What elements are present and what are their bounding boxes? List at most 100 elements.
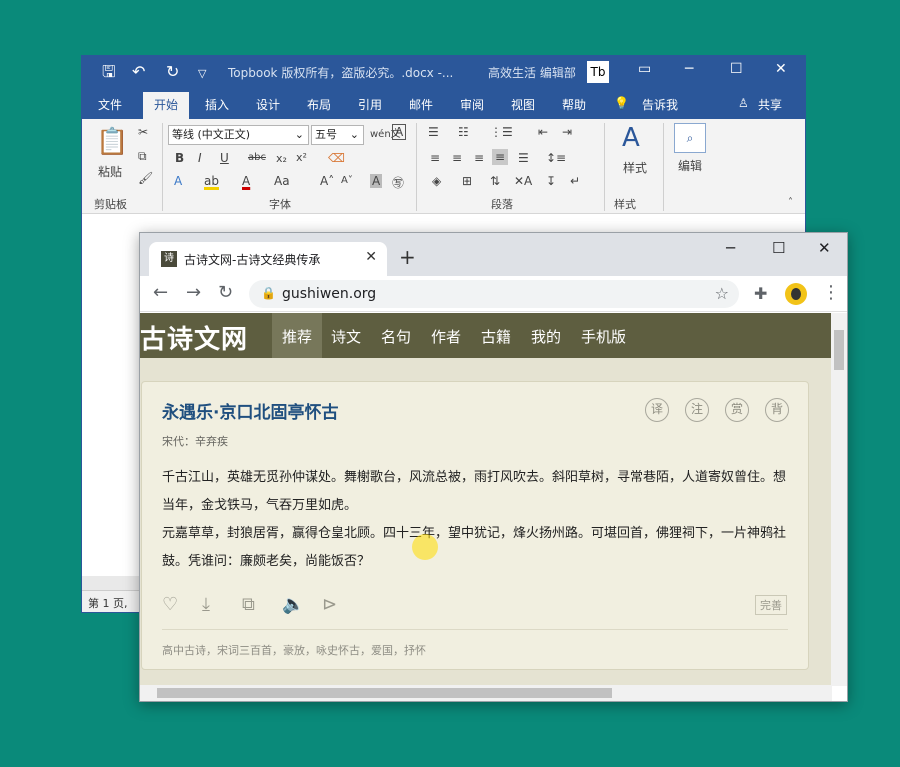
clear-format-icon[interactable]: ⌫ (328, 151, 345, 165)
nav-quotes[interactable]: 名句 (381, 326, 411, 347)
align-left-icon[interactable]: ≡ (430, 151, 440, 165)
avatar[interactable] (785, 283, 807, 305)
font-size-select[interactable]: 五号 ⌄ (311, 125, 364, 145)
scroll-thumb[interactable] (834, 330, 844, 370)
distributed-icon[interactable]: ☰ (518, 151, 529, 165)
nav-mine[interactable]: 我的 (531, 326, 561, 347)
minimize-icon[interactable]: ─ (726, 239, 735, 257)
annotate-button[interactable]: 注 (685, 398, 709, 422)
user-avatar[interactable]: Tb (587, 61, 609, 83)
tab-mailings[interactable]: 邮件 (409, 96, 433, 113)
nav-recommend[interactable]: 推荐 (272, 313, 323, 358)
perfect-button[interactable]: 完善 (755, 595, 787, 615)
paste-icon[interactable]: 📋 (96, 127, 128, 157)
shading-icon[interactable]: ◈ (432, 174, 441, 188)
close-icon[interactable]: ✕ (818, 239, 831, 257)
italic-icon[interactable]: I (198, 151, 202, 165)
extensions-icon[interactable]: ✚ (754, 284, 767, 303)
bookmark-star-icon[interactable]: ☆ (715, 284, 729, 303)
close-icon[interactable]: ✕ (775, 61, 787, 77)
line-spacing-icon[interactable]: ↕≡ (546, 151, 566, 165)
tab-home[interactable]: 开始 (143, 92, 190, 119)
undo-icon[interactable]: ↶ (132, 62, 145, 82)
underline-icon[interactable]: U (220, 151, 229, 165)
poem-author[interactable]: 宋代：辛弃疾 (162, 433, 228, 449)
grow-font-icon[interactable]: A˄ (320, 174, 334, 188)
tab-view[interactable]: 视图 (511, 96, 535, 113)
subscript-icon[interactable]: x₂ (276, 152, 287, 165)
format-painter-icon[interactable]: 🖌 (138, 171, 153, 185)
tab-references[interactable]: 引用 (358, 96, 382, 113)
sort-icon[interactable]: ⇅ (490, 174, 500, 188)
redo-icon[interactable]: ↻ (166, 62, 179, 82)
share-button[interactable]: 共享 (758, 96, 782, 113)
numbering-icon[interactable]: ☷ (458, 125, 469, 139)
tell-me[interactable]: 告诉我 (642, 96, 678, 113)
ribbon-display-icon[interactable]: ▭ (638, 61, 651, 77)
cut-icon[interactable]: ✂ (138, 125, 148, 139)
strikethrough-icon[interactable]: abc (248, 152, 266, 163)
sort-az-icon[interactable]: ↧ (546, 174, 556, 188)
enclose-char-icon[interactable]: ㊢ (392, 174, 404, 191)
user-name[interactable]: 高效生活 编辑部 (488, 64, 576, 81)
styles-icon[interactable]: A (622, 123, 640, 153)
nav-poems[interactable]: 诗文 (331, 326, 361, 347)
bold-icon[interactable]: B (175, 151, 184, 165)
char-shading-icon[interactable]: A (370, 174, 383, 188)
copy-icon[interactable]: ⧉ (138, 149, 147, 164)
borders-icon[interactable]: ⊞ (462, 174, 472, 188)
decrease-indent-icon[interactable]: ⇤ (538, 125, 548, 139)
collapse-ribbon-icon[interactable]: ˄ (788, 197, 793, 208)
align-center-icon[interactable]: ≡ (452, 151, 462, 165)
multilevel-list-icon[interactable]: ⋮☰ (490, 125, 513, 139)
bullets-icon[interactable]: ☰ (428, 125, 439, 139)
tab-review[interactable]: 审阅 (460, 96, 484, 113)
scroll-thumb[interactable] (157, 688, 612, 698)
next-icon[interactable]: ⊳ (322, 594, 337, 615)
save-icon[interactable]: 🖫 (102, 62, 116, 82)
tab-design[interactable]: 设计 (256, 96, 280, 113)
url-text[interactable]: gushiwen.org (282, 286, 376, 302)
forward-icon[interactable]: → (186, 282, 201, 303)
maximize-icon[interactable]: ☐ (730, 61, 743, 77)
browser-tab[interactable]: 诗 古诗文网-古诗文经典传承 ✕ (149, 242, 387, 276)
close-tab-icon[interactable]: ✕ (365, 249, 377, 265)
increase-indent-icon[interactable]: ⇥ (562, 125, 572, 139)
styles-label[interactable]: 样式 (623, 159, 647, 176)
menu-icon[interactable]: ⋮ (822, 282, 840, 303)
editing-label[interactable]: 编辑 (678, 157, 702, 174)
nav-mobile[interactable]: 手机版 (581, 326, 626, 347)
text-effects-icon[interactable]: A (174, 174, 182, 188)
asian-layout-icon[interactable]: ✕A (514, 174, 532, 188)
tab-help[interactable]: 帮助 (562, 96, 586, 113)
char-border-icon[interactable]: A (392, 124, 407, 140)
translate-button[interactable]: 译 (645, 398, 669, 422)
paste-label[interactable]: 粘贴 (98, 163, 122, 180)
tab-insert[interactable]: 插入 (205, 96, 229, 113)
like-icon[interactable]: ♡ (162, 594, 178, 615)
audio-icon[interactable]: 🔈 (282, 594, 304, 615)
back-icon[interactable]: ← (153, 282, 168, 303)
vertical-scrollbar[interactable] (831, 313, 847, 686)
poem-tags[interactable]: 高中古诗，宋词三百首，豪放，咏史怀古，爱国，抒怀 (162, 642, 426, 658)
justify-icon[interactable]: ≡ (492, 149, 509, 165)
font-name-select[interactable]: 等线 (中文正文) ⌄ (168, 125, 309, 145)
highlight-icon[interactable]: ab (204, 174, 219, 188)
font-color-icon[interactable]: A (242, 174, 250, 188)
poem-title[interactable]: 永遇乐·京口北固亭怀古 (162, 398, 338, 423)
superscript-icon[interactable]: x² (296, 151, 307, 164)
copy-icon[interactable]: ⧉ (242, 594, 255, 615)
reload-icon[interactable]: ↻ (218, 282, 233, 303)
horizontal-scrollbar[interactable] (140, 685, 832, 701)
nav-authors[interactable]: 作者 (431, 326, 461, 347)
maximize-icon[interactable]: ☐ (772, 239, 785, 257)
show-marks-icon[interactable]: ↵ (570, 174, 580, 188)
shrink-font-icon[interactable]: A˅ (341, 175, 353, 186)
page-indicator[interactable]: 第 1 页, (88, 597, 128, 610)
quick-access-dropdown-icon[interactable]: ▽ (198, 64, 206, 84)
new-tab-icon[interactable]: + (399, 245, 416, 269)
tab-file[interactable]: 文件 (98, 96, 122, 113)
change-case-icon[interactable]: Aa (274, 174, 290, 188)
align-right-icon[interactable]: ≡ (474, 151, 484, 165)
minimize-icon[interactable]: ─ (685, 61, 693, 77)
